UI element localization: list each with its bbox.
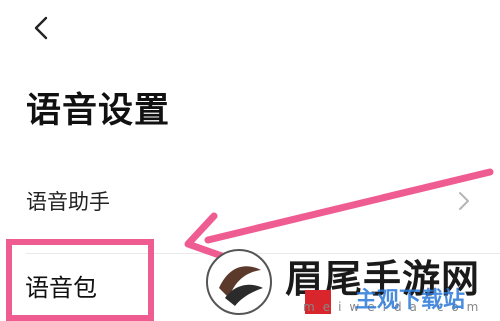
watermark: 眉尾手游网 meiweida.com 主观下载站: [205, 238, 500, 321]
watermark-site-name: 主观下载站: [355, 288, 466, 313]
settings-item-voice-assistant[interactable]: 语音助手: [0, 168, 500, 234]
watermark-logo-icon: [206, 249, 272, 315]
chevron-left-icon: [34, 16, 48, 40]
highlight-box: [6, 239, 154, 321]
chevron-right-icon: [459, 192, 469, 210]
back-button[interactable]: [22, 8, 62, 48]
page-title: 语音设置: [26, 91, 171, 131]
settings-item-label: 语音助手: [26, 190, 110, 214]
